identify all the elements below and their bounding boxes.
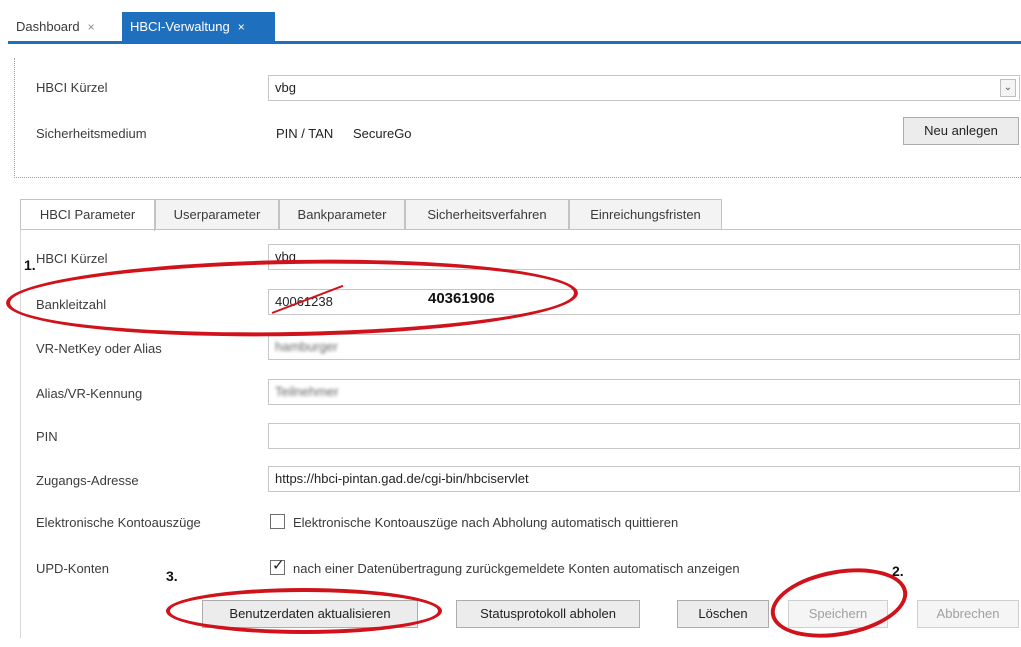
upd-label: UPD-Konten (36, 561, 109, 576)
tab-accent-line (8, 41, 1021, 44)
annotation-ellipse-save (765, 558, 913, 647)
alias-input[interactable]: Teilnehmer (268, 379, 1020, 405)
tab-hbci-verwaltung-label: HBCI-Verwaltung (130, 19, 230, 34)
address-input[interactable]: https://hbci-pintan.gad.de/cgi-bin/hbcis… (268, 466, 1020, 492)
tab-hbci-verwaltung[interactable]: HBCI-Verwaltung × (122, 12, 275, 42)
sub-tab-underline (20, 229, 1021, 230)
pin-label: PIN (36, 429, 58, 444)
upd-checkbox[interactable]: ✓ (270, 557, 285, 575)
netkey-input[interactable]: hamburger (268, 334, 1020, 360)
netkey-value: hamburger (275, 339, 338, 354)
top-kuerzel-label: HBCI Kürzel (36, 80, 108, 95)
tab-sicherheitsverfahren[interactable]: Sicherheitsverfahren (405, 199, 569, 230)
address-label: Zugangs-Adresse (36, 473, 139, 488)
alias-label: Alias/VR-Kennung (36, 386, 143, 401)
form-kuerzel-label: HBCI Kürzel (36, 251, 108, 266)
upd-checkbox-label: nach einer Datenübertragung zurückgemeld… (293, 561, 740, 576)
chevron-down-icon[interactable]: ⌄ (1000, 79, 1016, 97)
document-tab-bar: Dashboard × HBCI-Verwaltung × (0, 0, 1021, 44)
medium-label: Sicherheitsmedium (36, 126, 147, 141)
tab-dashboard-label: Dashboard (16, 19, 80, 34)
step-1-annotation: 1. (24, 257, 36, 273)
netkey-label: VR-NetKey oder Alias (36, 341, 162, 356)
tab-einreichungsfristen[interactable]: Einreichungsfristen (569, 199, 722, 230)
medium-value-securego: SecureGo (353, 126, 412, 141)
close-icon[interactable]: × (238, 20, 245, 34)
tab-userparameter[interactable]: Userparameter (155, 199, 279, 230)
annotation-ellipse-blz (5, 255, 579, 341)
annotation-ellipse-refresh (166, 588, 442, 634)
new-button[interactable]: Neu anlegen (903, 117, 1019, 145)
tab-bankparameter[interactable]: Bankparameter (279, 199, 405, 230)
pin-input[interactable] (268, 423, 1020, 449)
tab-hbci-parameter[interactable]: HBCI Parameter (20, 199, 155, 231)
tab-dashboard[interactable]: Dashboard × (8, 12, 120, 42)
medium-value-pin-tan: PIN / TAN (276, 126, 334, 141)
check-icon: ✓ (272, 557, 285, 574)
ekonto-checkbox-label: Elektronische Kontoauszüge nach Abholung… (293, 515, 679, 530)
status-protocol-button[interactable]: Statusprotokoll abholen (456, 600, 640, 628)
delete-button[interactable]: Löschen (677, 600, 769, 628)
cancel-button[interactable]: Abbrechen (917, 600, 1019, 628)
kuerzel-combobox[interactable]: vbg ⌄ (268, 75, 1020, 101)
kuerzel-combobox-value: vbg (275, 80, 296, 95)
step-3-annotation: 3. (166, 568, 178, 584)
ekonto-checkbox[interactable] (270, 514, 285, 529)
alias-value: Teilnehmer (275, 384, 339, 399)
close-icon[interactable]: × (88, 20, 95, 34)
address-value: https://hbci-pintan.gad.de/cgi-bin/hbcis… (275, 471, 529, 486)
ekonto-label: Elektronische Kontoauszüge (36, 515, 201, 530)
